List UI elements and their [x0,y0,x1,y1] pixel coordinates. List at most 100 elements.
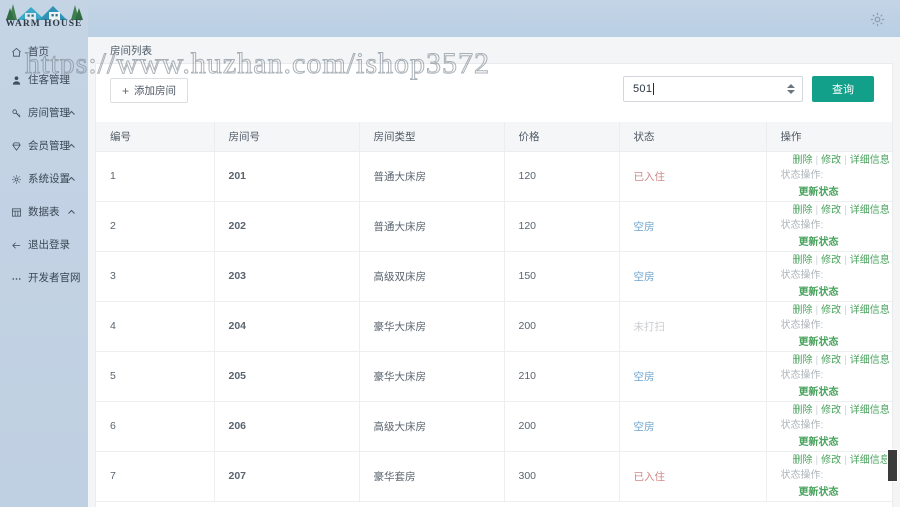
update-state-wrap: 更新状态 [781,334,893,351]
delete-link[interactable]: 删除 [793,355,813,366]
cell-room-type: 普通大床房 [359,201,505,252]
sidebar: WARM HOUSE 首页 住客管理 房间管理 会员管理 系统设置 数据表 退出… [0,0,88,507]
column-header-id: 编号 [96,122,215,152]
cell-price: 210 [504,351,620,402]
sidebar-item-rooms[interactable]: 房间管理 [0,101,88,125]
status-badge: 空房 [633,420,655,433]
cell-status: 空房 [619,351,767,402]
sidebar-item-label: 开发者官网 [28,271,81,284]
edit-link[interactable]: 修改 [821,405,841,416]
sidebar-item-settings[interactable]: 系统设置 [0,167,88,191]
sidebar-item-label: 数据表 [28,205,60,218]
detail-link[interactable]: 详细信息 [850,155,890,166]
cell-room-type: 豪华大床房 [359,351,505,402]
chevron-up-icon[interactable] [67,175,76,184]
delete-link[interactable]: 删除 [793,155,813,166]
cell-id: 2 [96,201,215,252]
table-row: 5 205 豪华大床房 210 空房 删除 | 修改 | 详细信息 状态操作: 更新状态 [96,351,892,402]
spinner-updown-icon[interactable] [786,82,795,96]
edit-link[interactable]: 修改 [821,155,841,166]
separator: | [844,354,847,366]
delete-link[interactable]: 删除 [793,455,813,466]
edit-link[interactable]: 修改 [821,355,841,366]
table-row: 6 206 高级大床房 200 空房 删除 | 修改 | 详细信息 状态操作: 更新状态 [96,401,893,452]
separator: | [844,254,847,266]
table-row: 3 203 高级双床房 150 空房 删除 | 修改 | 详细信息 状态操作: 更新状态 [96,251,892,302]
status-badge: 已入住 [633,470,666,483]
column-header-price: 价格 [504,122,620,152]
delete-link[interactable]: 删除 [793,405,813,416]
status-badge: 空房 [633,270,655,283]
edit-link[interactable]: 修改 [821,205,841,216]
separator: | [844,454,847,466]
tab-bar: 房间列表 [88,37,900,63]
detail-link[interactable]: 详细信息 [850,355,890,366]
search-input[interactable]: 501 [623,76,803,102]
edit-link[interactable]: 修改 [821,305,841,316]
sidebar-item-developer-site[interactable]: 开发者官网 [0,266,88,290]
delete-link[interactable]: 删除 [793,305,813,316]
status-badge: 未打扫 [633,320,666,333]
chevron-up-icon[interactable] [67,109,76,118]
sidebar-item-label: 会员管理 [28,139,70,152]
cell-price: 120 [504,151,620,202]
tab-room-list[interactable]: 房间列表 [108,41,154,60]
settings-gear-button[interactable] [864,6,890,32]
chevron-up-icon[interactable] [67,208,76,217]
ellipsis-icon [9,271,23,285]
sidebar-item-label: 退出登录 [28,238,70,251]
update-state-wrap: 更新状态 [781,484,893,501]
state-op-label: 状态操作: [780,420,824,432]
detail-link[interactable]: 详细信息 [850,405,890,416]
column-header-ops: 操作 [766,122,892,152]
update-state-link[interactable]: 更新状态 [799,387,839,398]
sidebar-item-members[interactable]: 会员管理 [0,134,88,158]
detail-link[interactable]: 详细信息 [850,305,890,316]
delete-link[interactable]: 删除 [793,205,813,216]
add-room-button[interactable]: + 添加房间 [110,78,189,103]
ops-links: 删除 | 修改 | 详细信息 [781,152,893,169]
state-op-label: 状态操作: [780,370,824,382]
update-state-link[interactable]: 更新状态 [799,187,839,198]
detail-link[interactable]: 详细信息 [850,255,890,266]
update-state-wrap: 更新状态 [781,234,893,251]
cell-price: 200 [504,301,620,352]
update-state-link[interactable]: 更新状态 [799,287,839,298]
delete-link[interactable]: 删除 [793,255,813,266]
separator: | [815,304,819,316]
chevron-up-icon[interactable] [67,142,76,151]
update-state-link[interactable]: 更新状态 [799,437,839,448]
detail-link[interactable]: 详细信息 [850,455,890,466]
detail-link[interactable]: 详细信息 [850,205,890,216]
sidebar-item-guests[interactable]: 住客管理 [0,68,88,92]
sidebar-item-home[interactable]: 首页 [0,40,88,64]
cell-id: 5 [96,351,215,402]
brand-logo: WARM HOUSE [0,0,88,34]
table-header-row: 编号 房间号 房间类型 价格 状态 操作 [96,122,892,152]
edit-link[interactable]: 修改 [821,455,841,466]
update-state-link[interactable]: 更新状态 [799,237,839,248]
sidebar-item-label: 首页 [28,45,49,58]
cell-price: 200 [504,401,620,452]
column-header-roomno: 房间号 [214,122,360,152]
cell-operations: 删除 | 修改 | 详细信息 状态操作: 更新状态 [766,451,893,502]
table-row: 4 204 豪华大床房 200 未打扫 删除 | 修改 | 详细信息 状态操作: 更新状态 [96,301,893,352]
search-area: 501 查询 [623,76,874,102]
search-button[interactable]: 查询 [812,76,874,102]
cell-operations: 删除 | 修改 | 详细信息 状态操作: 更新状态 [766,301,893,352]
cell-status: 已入住 [619,151,767,202]
ops-links: 删除 | 修改 | 详细信息 [781,402,893,419]
ops-links: 删除 | 修改 | 详细信息 [781,202,893,219]
update-state-link[interactable]: 更新状态 [799,337,839,348]
edit-link[interactable]: 修改 [821,255,841,266]
content-area: 房间列表 + 添加房间 501 查询 编号 房间号 房间类型 价格 状态 操作 … [88,37,900,507]
cell-status: 空房 [619,201,767,252]
top-header-bar [0,0,900,37]
sidebar-item-logout[interactable]: 退出登录 [0,233,88,257]
separator: | [815,154,819,166]
vertical-scrollbar[interactable] [887,427,898,482]
panel-toolbar: + 添加房间 501 查询 [96,64,892,122]
update-state-link[interactable]: 更新状态 [799,487,839,498]
scrollbar-thumb[interactable] [887,449,898,482]
sidebar-item-datatable[interactable]: 数据表 [0,200,88,224]
